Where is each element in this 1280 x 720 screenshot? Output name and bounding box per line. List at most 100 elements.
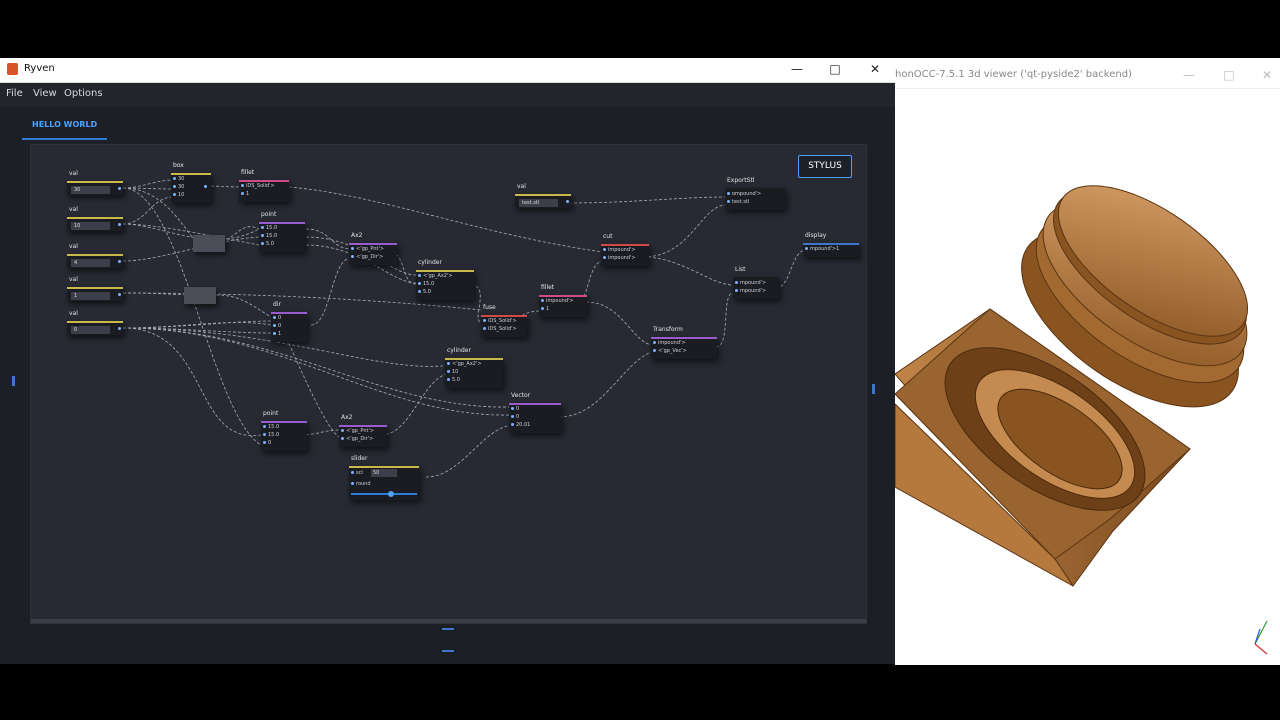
minimize-icon[interactable]: — [783,60,811,78]
menu-view[interactable]: View [33,88,57,99]
output-port[interactable] [118,293,121,296]
input-port[interactable]: 15.0 [418,281,434,287]
cylinder-node-1[interactable]: cylinder <'gp_Ax2'> 15.0 5.0 [416,259,474,300]
input-port[interactable]: 1 [241,191,249,197]
input-port[interactable]: <'gp_Pnt'> [341,428,374,434]
input-port[interactable]: iDS_Solid'> [483,326,517,332]
bottom-marker-2[interactable] [442,650,454,652]
left-edge-marker[interactable] [12,376,15,386]
input-port[interactable]: 0 [273,323,281,329]
input-port[interactable]: 10 [173,192,184,198]
input-port[interactable]: ompound'> [727,191,761,197]
slider-track[interactable] [351,493,417,495]
input-port[interactable]: <'gp_Ax2'> [447,361,482,367]
input-port[interactable]: 15.0 [263,432,279,438]
input-port[interactable]: impound'> [541,298,574,304]
input-port[interactable]: round [351,481,371,487]
input-port[interactable]: 5.0 [447,377,460,383]
slider-node[interactable]: slider scl 50 round [349,455,419,500]
tab-hello-world[interactable]: HELLO WORLD [22,118,108,140]
input-port[interactable]: mpound'> [735,280,766,286]
val-input[interactable]: test.stl [519,199,558,207]
point-node-2[interactable]: point 15.0 15.0 0 [261,410,307,451]
val-node-3[interactable]: val 4 [67,243,123,268]
output-port[interactable] [204,185,207,188]
occ-3d-view[interactable] [894,88,1280,665]
input-port[interactable]: 15.0 [263,424,279,430]
occ-minimize-icon[interactable]: — [1175,66,1203,84]
input-port[interactable]: 1 [273,331,281,337]
input-port[interactable]: 30 [173,176,184,182]
input-port[interactable]: <'gp_Ax2'> [418,273,453,279]
slider-value-input[interactable]: 50 [371,469,397,477]
horizontal-scrollbar[interactable] [31,619,866,623]
exportstl-node[interactable]: ExportStl ompound'> test.stl [725,177,785,210]
input-port[interactable]: 15.0 [261,233,277,239]
input-port[interactable]: 5.0 [418,289,431,295]
right-edge-marker[interactable] [872,384,875,394]
input-port[interactable]: 20.01 [511,422,530,428]
cut-node[interactable]: cut impound'> impound'> [601,233,649,266]
val-input[interactable]: 10 [71,222,110,230]
point-node-1[interactable]: point 15.0 15.0 5.0 [259,211,305,252]
occ-close-icon[interactable]: ✕ [1253,66,1280,84]
input-port[interactable]: 0 [511,414,519,420]
input-port[interactable]: test.stl [727,199,749,205]
input-port[interactable]: iDS_Solid'> [483,318,517,324]
val-node-1[interactable]: val 30 [67,170,123,195]
cylinder-node-2[interactable]: cylinder <'gp_Ax2'> 10 5.0 [445,347,503,388]
flow-canvas[interactable]: STYLUS val 30 val 10 val 4 val 1 val 0 b… [30,144,867,624]
input-port[interactable]: 0 [273,315,281,321]
input-port[interactable]: mpound'> [735,288,766,294]
ax2-node-1[interactable]: Ax2 <'gp_Pnt'> <'gp_Dir'> [349,232,397,265]
val-input[interactable]: 4 [71,259,110,267]
val-input[interactable]: 1 [71,292,110,300]
vector-node[interactable]: Vector 0 0 20.01 [509,392,561,433]
input-port[interactable]: iDS_Solid'> [241,183,275,189]
input-port[interactable]: 30 [173,184,184,190]
output-port[interactable] [118,187,121,190]
box-node[interactable]: box 30 30 10 [171,162,211,203]
ax2-node-2[interactable]: Ax2 <'gp_Pnt'> <'gp_Dir'> [339,414,387,447]
output-port[interactable] [118,223,121,226]
input-port[interactable]: 10 [447,369,458,375]
stylus-button[interactable]: STYLUS [798,155,852,178]
input-port[interactable]: <'gp_Dir'> [341,436,373,442]
list-node[interactable]: List mpound'> mpound'> [733,266,779,299]
input-port[interactable]: impound'> [653,340,686,346]
route-node-2[interactable] [184,287,216,304]
val-input[interactable]: 0 [71,326,110,334]
val-input[interactable]: 30 [71,186,110,194]
input-port[interactable]: 5.0 [261,241,274,247]
val-node-4[interactable]: val 1 [67,276,123,301]
input-port[interactable]: impound'> [603,247,636,253]
slider-handle[interactable] [387,491,394,497]
input-port[interactable]: 0 [511,406,519,412]
menu-file[interactable]: File [6,88,23,99]
input-port[interactable]: <'gp_Vec'> [653,348,687,354]
input-port[interactable]: mpound'>1 [805,246,839,252]
input-port[interactable]: 1 [541,306,549,312]
fillet-node-2[interactable]: fillet impound'> 1 [539,284,587,317]
input-port[interactable]: <'gp_Dir'> [351,254,383,260]
transform-node[interactable]: Transform impound'> <'gp_Vec'> [651,326,717,359]
occ-maximize-icon[interactable]: □ [1215,66,1243,84]
menu-options[interactable]: Options [64,88,103,99]
val-node-2[interactable]: val 10 [67,206,123,231]
dir-node[interactable]: dir 0 0 1 [271,301,307,342]
input-port[interactable]: 0 [263,440,271,446]
input-port[interactable]: scl [351,470,363,476]
val-node-6[interactable]: val test.stl [515,183,571,208]
val-node-5[interactable]: val 0 [67,310,123,335]
output-port[interactable] [566,200,569,203]
fillet-node-1[interactable]: fillet iDS_Solid'> 1 [239,169,289,202]
bottom-marker-1[interactable] [442,628,454,630]
output-port[interactable] [118,260,121,263]
close-icon[interactable]: ✕ [861,60,889,78]
input-port[interactable]: 15.0 [261,225,277,231]
maximize-icon[interactable]: □ [821,60,849,78]
output-port[interactable] [118,327,121,330]
display-node[interactable]: display mpound'>1 [803,232,859,257]
route-node-1[interactable] [193,235,225,252]
input-port[interactable]: impound'> [603,255,636,261]
